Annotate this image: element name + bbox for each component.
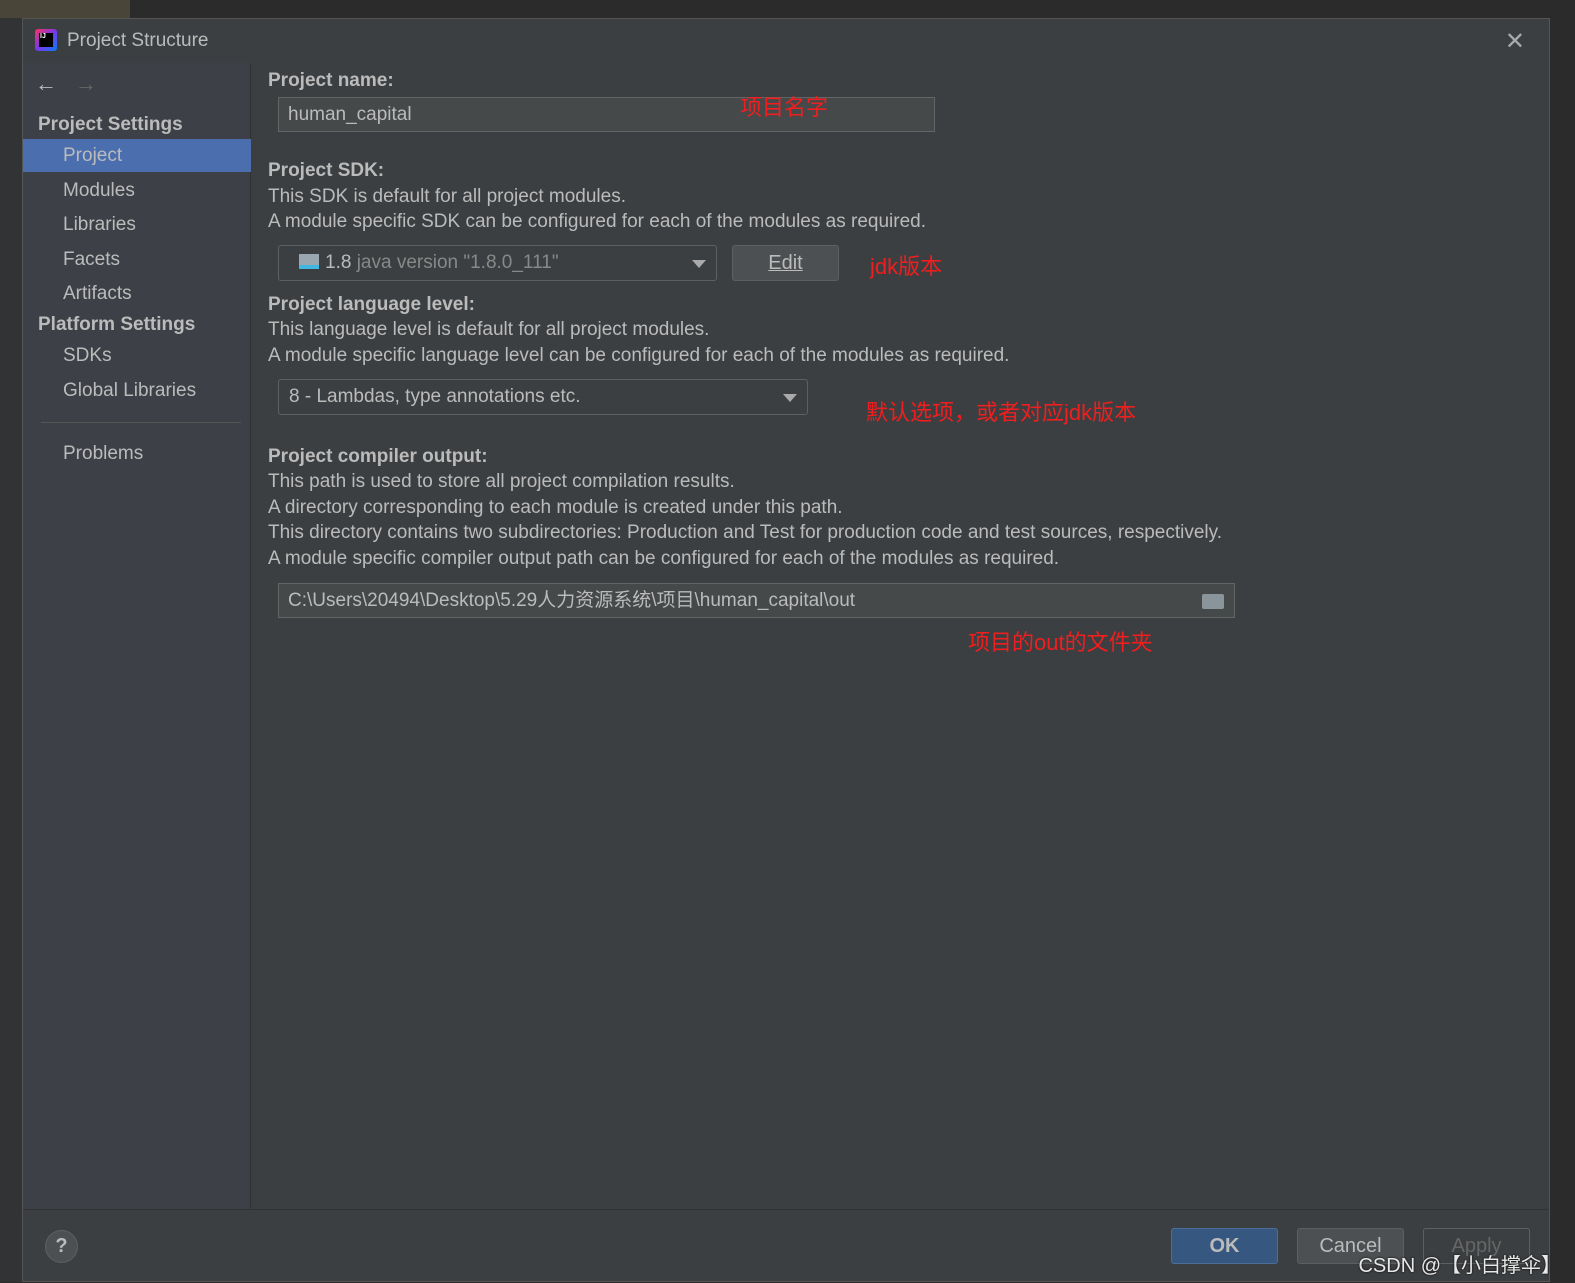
background-editor-top: [0, 0, 1575, 18]
watermark: CSDN @【小白撑伞】: [1358, 1255, 1561, 1277]
ok-button[interactable]: OK: [1171, 1228, 1278, 1264]
sidebar-item-global-libraries[interactable]: Global Libraries: [23, 374, 251, 407]
language-level-dropdown[interactable]: 8 - Lambdas, type annotations etc.: [278, 379, 808, 415]
sdk-detail: java version "1.8.0_111": [356, 252, 559, 273]
compiler-output-label: Project compiler output:: [268, 446, 488, 467]
sdk-folder-icon: [299, 254, 319, 269]
annotation-language-level: 默认选项，或者对应jdk版本: [866, 400, 1137, 425]
compiler-output-description: This directory contains two subdirectori…: [268, 522, 1222, 543]
project-name-input[interactable]: human_capital: [278, 97, 935, 132]
project-settings-panel: Project name: human_capital 项目名字 Project…: [252, 63, 1549, 1209]
sidebar-item-sdks[interactable]: SDKs: [23, 339, 251, 372]
help-button[interactable]: ?: [45, 1230, 78, 1263]
annotation-project-name: 项目名字: [740, 95, 829, 120]
compiler-output-description: A module specific compiler output path c…: [268, 548, 1060, 569]
section-project-settings: Project Settings: [38, 114, 183, 135]
divider: [41, 422, 241, 423]
language-level-description: This language level is default for all p…: [268, 319, 710, 340]
annotation-sdk: jdk版本: [870, 254, 943, 279]
sdk-version: 1.8: [325, 252, 352, 273]
dialog-title: Project Structure: [67, 30, 209, 51]
browse-folder-icon[interactable]: [1202, 594, 1224, 609]
language-level-description: A module specific language level can be …: [268, 345, 1010, 366]
chevron-down-icon: [783, 394, 797, 402]
sidebar-item-modules[interactable]: Modules: [23, 174, 251, 207]
project-sdk-label: Project SDK:: [268, 160, 385, 181]
compiler-output-description: This path is used to store all project c…: [268, 471, 735, 492]
compiler-output-path-input[interactable]: C:\Users\20494\Desktop\5.29人力资源系统\项目\hum…: [278, 583, 1235, 618]
compiler-output-path: C:\Users\20494\Desktop\5.29人力资源系统\项目\hum…: [288, 590, 856, 611]
section-platform-settings: Platform Settings: [38, 314, 196, 335]
close-icon[interactable]: ✕: [1505, 27, 1525, 56]
project-sdk-dropdown[interactable]: 1.8 java version "1.8.0_111": [278, 245, 717, 281]
sidebar: ← → Project Settings Project Modules Lib…: [23, 63, 251, 1209]
edit-sdk-button[interactable]: Edit: [732, 245, 839, 281]
title-bar: IJ Project Structure ✕: [23, 19, 1549, 63]
project-structure-dialog: IJ Project Structure ✕ ← → Project Setti…: [22, 18, 1550, 1282]
sidebar-item-problems[interactable]: Problems: [23, 437, 251, 470]
sidebar-item-artifacts[interactable]: Artifacts: [23, 277, 251, 310]
sidebar-item-libraries[interactable]: Libraries: [23, 208, 251, 241]
annotation-output-folder: 项目的out的文件夹: [968, 630, 1153, 655]
sdk-description: This SDK is default for all project modu…: [268, 186, 626, 207]
forward-arrow-icon[interactable]: →: [75, 71, 97, 97]
back-arrow-icon[interactable]: ←: [35, 71, 57, 97]
background-editor: [0, 0, 22, 1282]
language-level-value: 8 - Lambdas, type annotations etc.: [289, 386, 581, 407]
sidebar-item-project[interactable]: Project: [23, 139, 251, 172]
compiler-output-description: A directory corresponding to each module…: [268, 497, 843, 518]
chevron-down-icon: [692, 260, 706, 268]
project-name-label: Project name:: [268, 70, 394, 91]
dialog-footer: ? OK Cancel Apply: [23, 1209, 1549, 1283]
sidebar-item-facets[interactable]: Facets: [23, 243, 251, 276]
intellij-logo-icon: IJ: [35, 29, 57, 51]
background-tab: [0, 0, 130, 18]
language-level-label: Project language level:: [268, 294, 475, 315]
sdk-description: A module specific SDK can be configured …: [268, 211, 926, 232]
